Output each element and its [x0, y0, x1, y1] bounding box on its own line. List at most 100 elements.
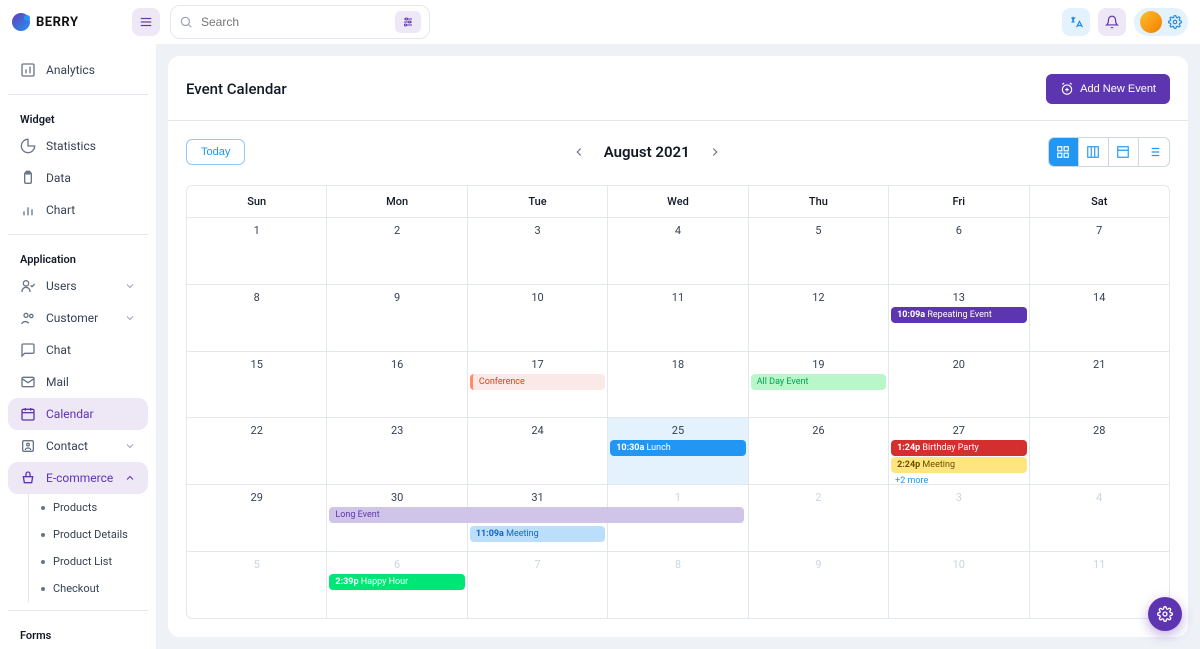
- calendar-cell[interactable]: 7: [468, 552, 608, 618]
- date-number: 2: [749, 487, 888, 506]
- calendar-cell[interactable]: 8: [608, 552, 748, 618]
- calendar-cell[interactable]: 2: [749, 485, 889, 551]
- calendar-cell[interactable]: 15: [187, 352, 327, 418]
- calendar-cell[interactable]: 18: [608, 352, 748, 418]
- calendar-event[interactable]: Conference: [470, 374, 605, 390]
- sidebar-label: Users: [46, 279, 77, 293]
- date-number: 21: [1030, 354, 1169, 373]
- calendar-cell[interactable]: 3: [468, 218, 608, 284]
- day-icon: [1116, 145, 1130, 159]
- calendar-cell[interactable]: 4: [1030, 485, 1169, 551]
- language-button[interactable]: [1062, 8, 1090, 36]
- calendar-cell[interactable]: 14: [1030, 285, 1169, 351]
- date-number: 15: [187, 354, 326, 373]
- calendar-cell[interactable]: 4: [608, 218, 748, 284]
- calendar-cell[interactable]: 21: [1030, 352, 1169, 418]
- calendar-cell[interactable]: 16: [327, 352, 467, 418]
- search-filter-button[interactable]: [395, 11, 421, 33]
- calendar-cell[interactable]: 22: [187, 418, 327, 484]
- brand-logo[interactable]: BERRY: [12, 13, 132, 31]
- calendar-event[interactable]: 2:39p Happy Hour: [329, 574, 464, 590]
- calendar-cell[interactable]: 6: [889, 218, 1029, 284]
- date-number: 6: [327, 554, 466, 573]
- sidebar-subitem-product-list[interactable]: Product List: [29, 548, 148, 575]
- sidebar-item-analytics[interactable]: Analytics: [8, 54, 148, 86]
- date-number: 8: [608, 554, 747, 573]
- add-event-button[interactable]: Add New Event: [1046, 74, 1170, 104]
- calendar-cell[interactable]: 24: [468, 418, 608, 484]
- view-month-button[interactable]: [1049, 138, 1079, 166]
- calendar-event[interactable]: 2:24p Meeting: [891, 457, 1026, 473]
- today-button[interactable]: Today: [186, 139, 245, 165]
- sidebar-item-ecommerce[interactable]: E-commerce: [8, 462, 148, 494]
- translate-icon: [1069, 15, 1083, 29]
- calendar-cell[interactable]: 7: [1030, 218, 1169, 284]
- date-number: 3: [468, 220, 607, 239]
- calendar-cell[interactable]: 5: [749, 218, 889, 284]
- view-day-button[interactable]: [1109, 138, 1139, 166]
- calendar-cell[interactable]: 30Long Event: [327, 485, 467, 551]
- filter-icon: [402, 16, 414, 28]
- calendar-cell[interactable]: 9: [749, 552, 889, 618]
- calendar-cell[interactable]: 8: [187, 285, 327, 351]
- logo-icon: [12, 13, 30, 31]
- sidebar-subitem-products[interactable]: Products: [29, 494, 148, 521]
- calendar-cell[interactable]: 23: [327, 418, 467, 484]
- sidebar-item-users[interactable]: Users: [8, 270, 148, 302]
- calendar-cell[interactable]: 17Conference: [468, 352, 608, 418]
- search-input[interactable]: [201, 15, 387, 29]
- sidebar-item-statistics[interactable]: Statistics: [8, 130, 148, 162]
- calendar-event[interactable]: 10:09a Repeating Event: [891, 307, 1026, 323]
- sidebar-item-contact[interactable]: Contact: [8, 430, 148, 462]
- sidebar-item-customer[interactable]: Customer: [8, 302, 148, 334]
- next-month-button[interactable]: [704, 141, 726, 163]
- sidebar-subitem-product-details[interactable]: Product Details: [29, 521, 148, 548]
- calendar-cell[interactable]: 271:24p Birthday Party2:24p Meeting+2 mo…: [889, 418, 1029, 484]
- grid-icon: [1056, 145, 1070, 159]
- calendar-cell[interactable]: 9: [327, 285, 467, 351]
- date-number: 29: [187, 487, 326, 506]
- calendar-cell[interactable]: 5: [187, 552, 327, 618]
- calendar-cell[interactable]: 1: [187, 218, 327, 284]
- calendar-event[interactable]: All Day Event: [751, 374, 886, 390]
- menu-toggle-button[interactable]: [132, 8, 160, 36]
- profile-button[interactable]: [1134, 8, 1188, 36]
- prev-month-button[interactable]: [568, 141, 590, 163]
- search-icon: [179, 15, 193, 29]
- calendar-cell[interactable]: 20: [889, 352, 1029, 418]
- calendar-cell[interactable]: 28: [1030, 418, 1169, 484]
- calendar-cell[interactable]: 10: [468, 285, 608, 351]
- calendar-cell[interactable]: 2510:30a Lunch: [608, 418, 748, 484]
- sidebar-item-chat[interactable]: Chat: [8, 334, 148, 366]
- date-number: 4: [608, 220, 747, 239]
- calendar-cell[interactable]: 10: [889, 552, 1029, 618]
- calendar-cell[interactable]: 29: [187, 485, 327, 551]
- calendar-cell[interactable]: 11: [608, 285, 748, 351]
- sidebar-item-data[interactable]: Data: [8, 162, 148, 194]
- calendar-cell[interactable]: 26: [749, 418, 889, 484]
- calendar-cell[interactable]: 3: [889, 485, 1029, 551]
- calendar-event[interactable]: Long Event: [329, 507, 743, 523]
- sidebar-subitem-checkout[interactable]: Checkout: [29, 575, 148, 602]
- settings-fab[interactable]: [1148, 597, 1182, 631]
- calendar-cell[interactable]: 2: [327, 218, 467, 284]
- calendar-cell[interactable]: 1310:09a Repeating Event: [889, 285, 1029, 351]
- view-agenda-button[interactable]: [1139, 138, 1169, 166]
- calendar-event[interactable]: 1:24p Birthday Party: [891, 440, 1026, 456]
- view-week-button[interactable]: [1079, 138, 1109, 166]
- date-number: 7: [1030, 220, 1169, 239]
- date-number: 28: [1030, 420, 1169, 439]
- columns-icon: [1086, 145, 1100, 159]
- notifications-button[interactable]: [1098, 8, 1126, 36]
- sidebar-item-chart[interactable]: Chart: [8, 194, 148, 226]
- search-box[interactable]: [170, 5, 430, 39]
- calendar-cell[interactable]: 62:39p Happy Hour: [327, 552, 467, 618]
- sidebar-item-mail[interactable]: Mail: [8, 366, 148, 398]
- calendar-cell[interactable]: 12: [749, 285, 889, 351]
- calendar-cell[interactable]: 19All Day Event: [749, 352, 889, 418]
- gear-icon: [1168, 15, 1182, 29]
- sidebar-item-calendar[interactable]: Calendar: [8, 398, 148, 430]
- calendar-event[interactable]: 11:09a Meeting: [470, 526, 605, 542]
- user-check-icon: [20, 278, 36, 294]
- calendar-event[interactable]: 10:30a Lunch: [610, 440, 745, 456]
